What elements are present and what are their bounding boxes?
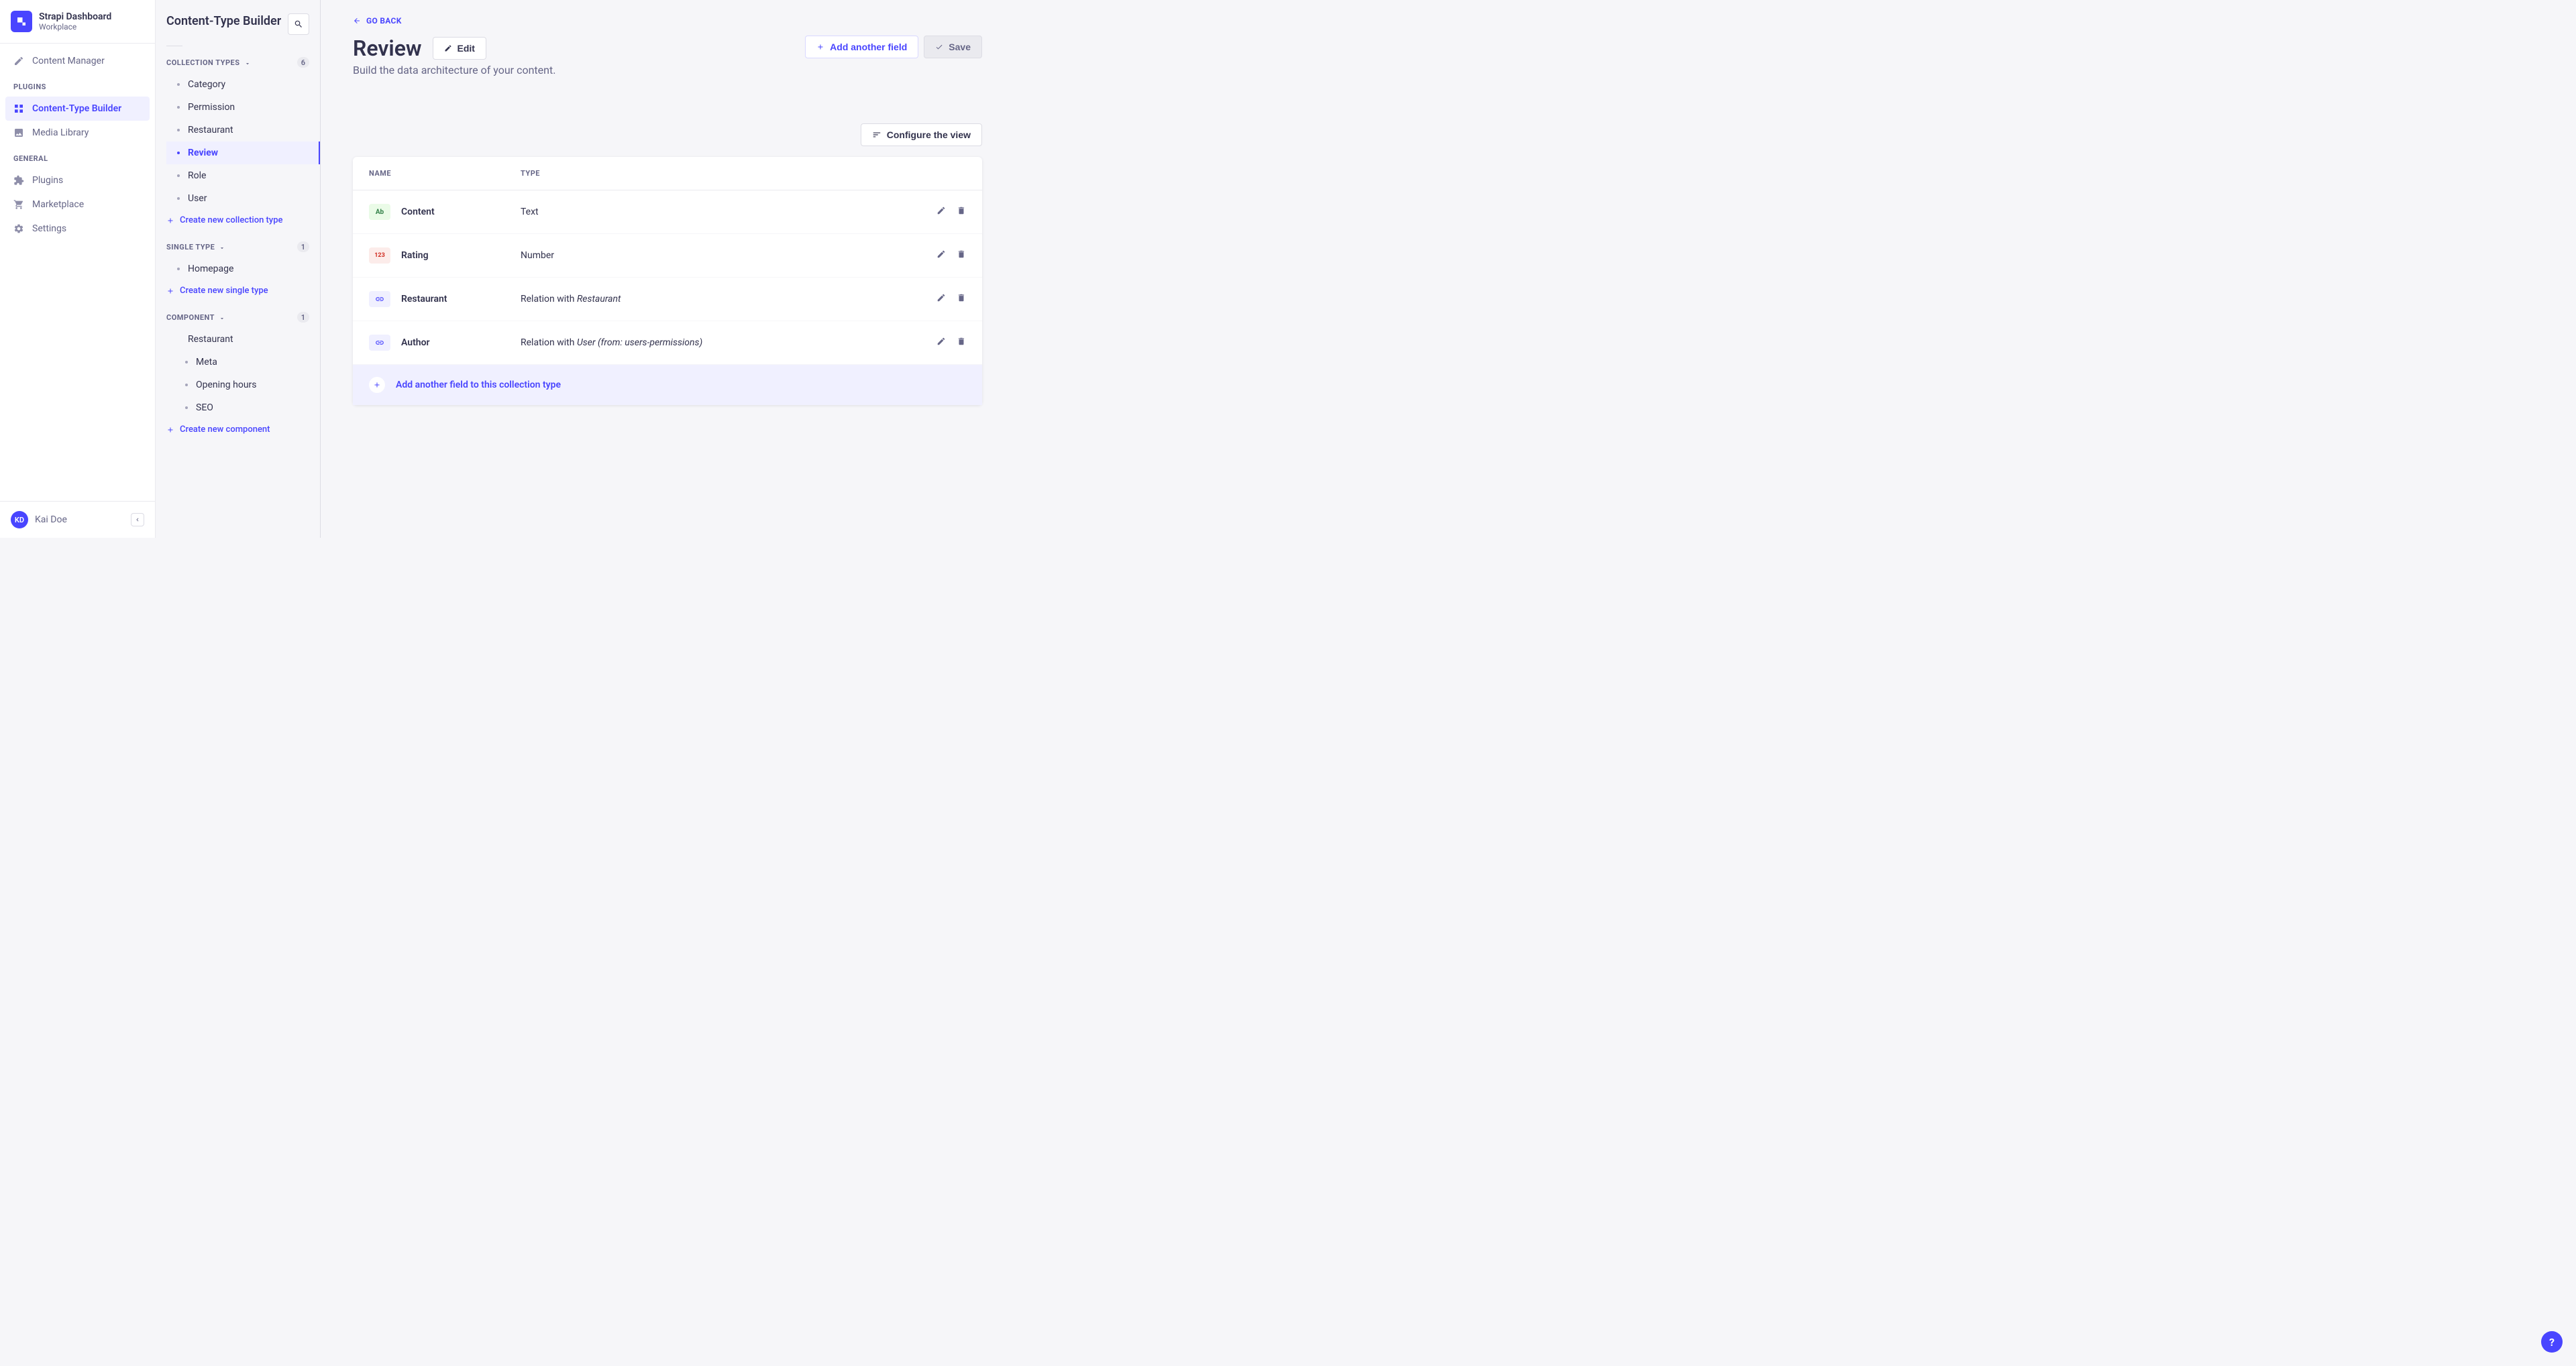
page-description: Build the data architecture of your cont… — [353, 64, 555, 76]
image-icon — [13, 127, 24, 138]
tree-item-role[interactable]: Role — [166, 164, 309, 187]
group-title: Collection Types — [166, 58, 240, 67]
brand-title: Strapi Dashboard — [39, 11, 111, 22]
group-count: 1 — [297, 241, 309, 252]
nav-label: Settings — [32, 223, 66, 234]
fields-table: Name Type Ab ContentText 123 RatingNumber Re… — [353, 157, 982, 405]
user-footer: KD Kai Doe — [0, 501, 155, 538]
nav-marketplace[interactable]: Marketplace — [5, 192, 150, 217]
caret-down-icon — [219, 243, 225, 250]
pencil-square-icon — [13, 56, 24, 66]
help-button[interactable]: ? — [2541, 1331, 2563, 1353]
add-field-button[interactable]: Add another field — [805, 36, 918, 58]
table-row: Ab ContentText — [353, 190, 982, 234]
tree-item-restaurant[interactable]: Restaurant — [166, 119, 309, 141]
group-count: 6 — [297, 57, 309, 68]
field-type-icon: 123 — [369, 247, 390, 264]
go-back-link[interactable]: Go Back — [353, 16, 402, 25]
field-name: Content — [401, 207, 521, 217]
nav-label: Plugins — [32, 175, 63, 186]
create-collection-type[interactable]: Create new collection type — [166, 210, 309, 231]
delete-field-button[interactable] — [957, 293, 966, 305]
field-type: Relation with Restaurant — [521, 294, 936, 304]
caret-down-icon — [244, 59, 251, 66]
field-type-icon: Ab — [369, 204, 390, 220]
create-component[interactable]: Create new component — [166, 419, 309, 440]
tree-item-restaurant-component[interactable]: Restaurant — [166, 328, 309, 351]
search-button[interactable] — [288, 13, 309, 35]
caret-down-icon — [219, 314, 225, 321]
collection-types-header[interactable]: Collection Types 6 — [166, 52, 309, 73]
main-sidebar: Strapi Dashboard Workplace Content Manag… — [0, 0, 156, 538]
field-type: Relation with User (from: users-permissi… — [521, 337, 936, 348]
puzzle-icon — [13, 175, 24, 186]
single-type-header[interactable]: Single Type 1 — [166, 236, 309, 258]
field-type-icon — [369, 335, 390, 351]
table-row: 123 RatingNumber — [353, 234, 982, 278]
tree-item-seo[interactable]: SEO — [166, 396, 309, 419]
main-content: Go Back Review Edit Build the data archi… — [321, 0, 1014, 538]
nav-content-type-builder[interactable]: Content-Type Builder — [5, 97, 150, 121]
tree-item-category[interactable]: Category — [166, 73, 309, 96]
secondary-sidebar: Content-Type Builder Collection Types 6 … — [156, 0, 321, 538]
field-type: Number — [521, 250, 936, 261]
nav-plugins-heading: Plugins — [5, 73, 150, 97]
delete-field-button[interactable] — [957, 337, 966, 349]
nav-label: Content-Type Builder — [32, 103, 121, 114]
nav-label: Media Library — [32, 127, 89, 138]
tree-item-user[interactable]: User — [166, 187, 309, 210]
edit-field-button[interactable] — [936, 293, 946, 305]
component-header[interactable]: Component 1 — [166, 306, 309, 328]
tree-item-opening-hours[interactable]: Opening hours — [166, 374, 309, 396]
save-button[interactable]: Save — [924, 36, 982, 58]
nav-plugins[interactable]: Plugins — [5, 168, 150, 192]
grid-icon — [13, 103, 24, 114]
avatar: KD — [11, 511, 28, 528]
table-row: AuthorRelation with User (from: users-pe… — [353, 321, 982, 365]
nav-content-manager[interactable]: Content Manager — [5, 49, 150, 73]
nav-label: Marketplace — [32, 199, 84, 210]
user-name: Kai Doe — [35, 514, 124, 525]
edit-field-button[interactable] — [936, 249, 946, 262]
group-title: Component — [166, 313, 215, 322]
tree-item-review[interactable]: Review — [166, 141, 320, 164]
collapse-sidebar-button[interactable] — [131, 513, 144, 526]
configure-view-button[interactable]: Configure the view — [861, 123, 982, 146]
field-name: Restaurant — [401, 294, 521, 304]
field-name: Author — [401, 337, 521, 348]
edit-field-button[interactable] — [936, 337, 946, 349]
tree-item-meta[interactable]: Meta — [166, 351, 309, 374]
field-type: Text — [521, 207, 936, 217]
table-row: RestaurantRelation with Restaurant — [353, 278, 982, 321]
plus-icon — [369, 377, 385, 393]
th-name: Name — [369, 169, 521, 178]
group-title: Single Type — [166, 243, 215, 251]
gear-icon — [13, 223, 24, 234]
edit-field-button[interactable] — [936, 206, 946, 218]
page-title: Review — [353, 36, 422, 61]
delete-field-button[interactable] — [957, 206, 966, 218]
delete-field-button[interactable] — [957, 249, 966, 262]
nav-settings[interactable]: Settings — [5, 217, 150, 241]
add-field-footer-label: Add another field to this collection typ… — [396, 380, 561, 390]
create-single-type[interactable]: Create new single type — [166, 280, 309, 301]
brand: Strapi Dashboard Workplace — [0, 0, 155, 44]
nav-media-library[interactable]: Media Library — [5, 121, 150, 145]
th-type: Type — [521, 169, 540, 178]
caret-down-icon — [174, 336, 185, 343]
brand-logo — [11, 11, 32, 32]
nav-label: Content Manager — [32, 56, 105, 66]
tree-item-permission[interactable]: Permission — [166, 96, 309, 119]
tree-item-homepage[interactable]: Homepage — [166, 258, 309, 280]
edit-button[interactable]: Edit — [433, 37, 486, 60]
cart-icon — [13, 199, 24, 210]
add-field-footer[interactable]: Add another field to this collection typ… — [353, 365, 982, 405]
field-name: Rating — [401, 250, 521, 261]
field-type-icon — [369, 291, 390, 307]
secondary-title: Content-Type Builder — [166, 13, 281, 29]
group-count: 1 — [297, 312, 309, 323]
nav-general-heading: General — [5, 145, 150, 168]
brand-subtitle: Workplace — [39, 22, 111, 32]
